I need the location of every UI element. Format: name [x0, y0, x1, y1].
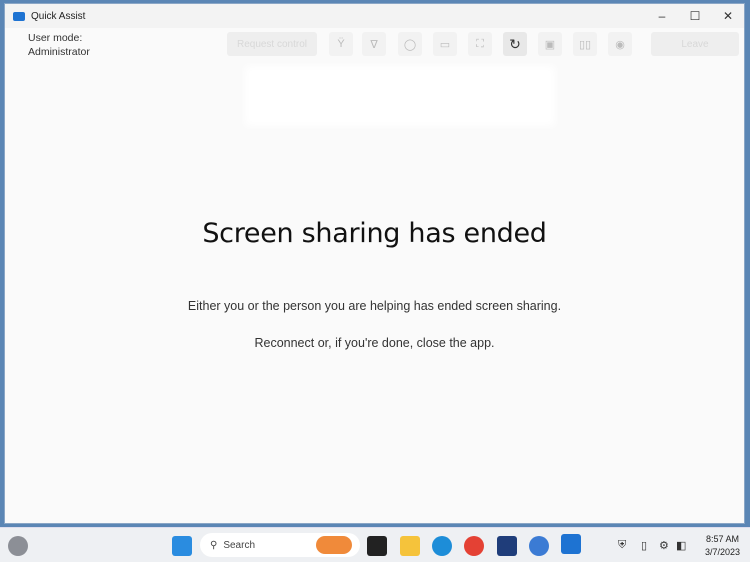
- window-title: Quick Assist: [31, 10, 86, 22]
- laser-pointer-icon[interactable]: Ϋ: [329, 32, 353, 56]
- clock[interactable]: 8:57 AM 3/7/2023: [705, 533, 740, 559]
- settings-icon[interactable]: ⚙: [659, 539, 669, 552]
- file-explorer-icon[interactable]: [400, 536, 420, 556]
- store-icon[interactable]: [497, 536, 517, 556]
- request-control-button[interactable]: Request control: [227, 32, 317, 56]
- date: 3/7/2023: [704, 547, 740, 557]
- search-label: Search: [223, 539, 256, 551]
- restart-icon[interactable]: ↻: [503, 32, 527, 56]
- widgets-icon[interactable]: [8, 536, 28, 556]
- volume-icon[interactable]: ◧: [676, 539, 686, 552]
- title-bar: Quick Assist – ☐ ✕: [5, 4, 744, 28]
- maximize-button[interactable]: ☐: [680, 4, 710, 28]
- chat-icon[interactable]: ◯: [398, 32, 422, 56]
- page-heading: Screen sharing has ended: [202, 218, 547, 249]
- task-manager-icon[interactable]: ▣: [538, 32, 562, 56]
- quick-assist-window: Quick Assist – ☐ ✕ User mode: Administra…: [4, 3, 745, 524]
- chrome-icon[interactable]: [464, 536, 484, 556]
- stop-icon[interactable]: ◉: [608, 32, 632, 56]
- leave-button[interactable]: Leave: [651, 32, 739, 56]
- network-icon[interactable]: ▯: [641, 539, 647, 552]
- quick-assist-taskbar-icon[interactable]: [561, 534, 581, 554]
- user-mode-value: Administrator: [28, 46, 90, 58]
- pause-icon[interactable]: ▯▯: [573, 32, 597, 56]
- security-icon[interactable]: ⛨: [618, 539, 626, 552]
- taskbar-search[interactable]: ⚲ Search: [200, 533, 360, 557]
- user-mode-label: User mode:: [28, 32, 83, 44]
- minimize-button[interactable]: –: [647, 4, 677, 28]
- reconnect-message: Reconnect or, if you're done, close the …: [254, 336, 495, 350]
- fullscreen-icon[interactable]: ⛶: [468, 32, 492, 56]
- toolbar: User mode: Administrator Request control…: [5, 28, 744, 62]
- time: 8:57 AM: [705, 534, 739, 544]
- start-icon[interactable]: [172, 536, 192, 556]
- edge-icon[interactable]: [432, 536, 452, 556]
- faded-banner: [245, 66, 555, 126]
- search-highlight-icon: [316, 536, 352, 554]
- taskbar: ⚲ Search ⛨ ▯ ⚙ ◧ 8:57 AM 3/7/2023: [0, 527, 750, 562]
- annotate-icon[interactable]: ∇: [362, 32, 386, 56]
- quick-assist-app-icon: [13, 11, 25, 21]
- user-mode: User mode: Administrator: [28, 31, 90, 59]
- ended-message: Either you or the person you are helping…: [187, 299, 562, 313]
- task-view-icon[interactable]: [367, 536, 387, 556]
- close-button[interactable]: ✕: [713, 4, 743, 28]
- monitor-icon[interactable]: ▭: [433, 32, 457, 56]
- app-icon[interactable]: [529, 536, 549, 556]
- search-icon: ⚲: [210, 539, 218, 551]
